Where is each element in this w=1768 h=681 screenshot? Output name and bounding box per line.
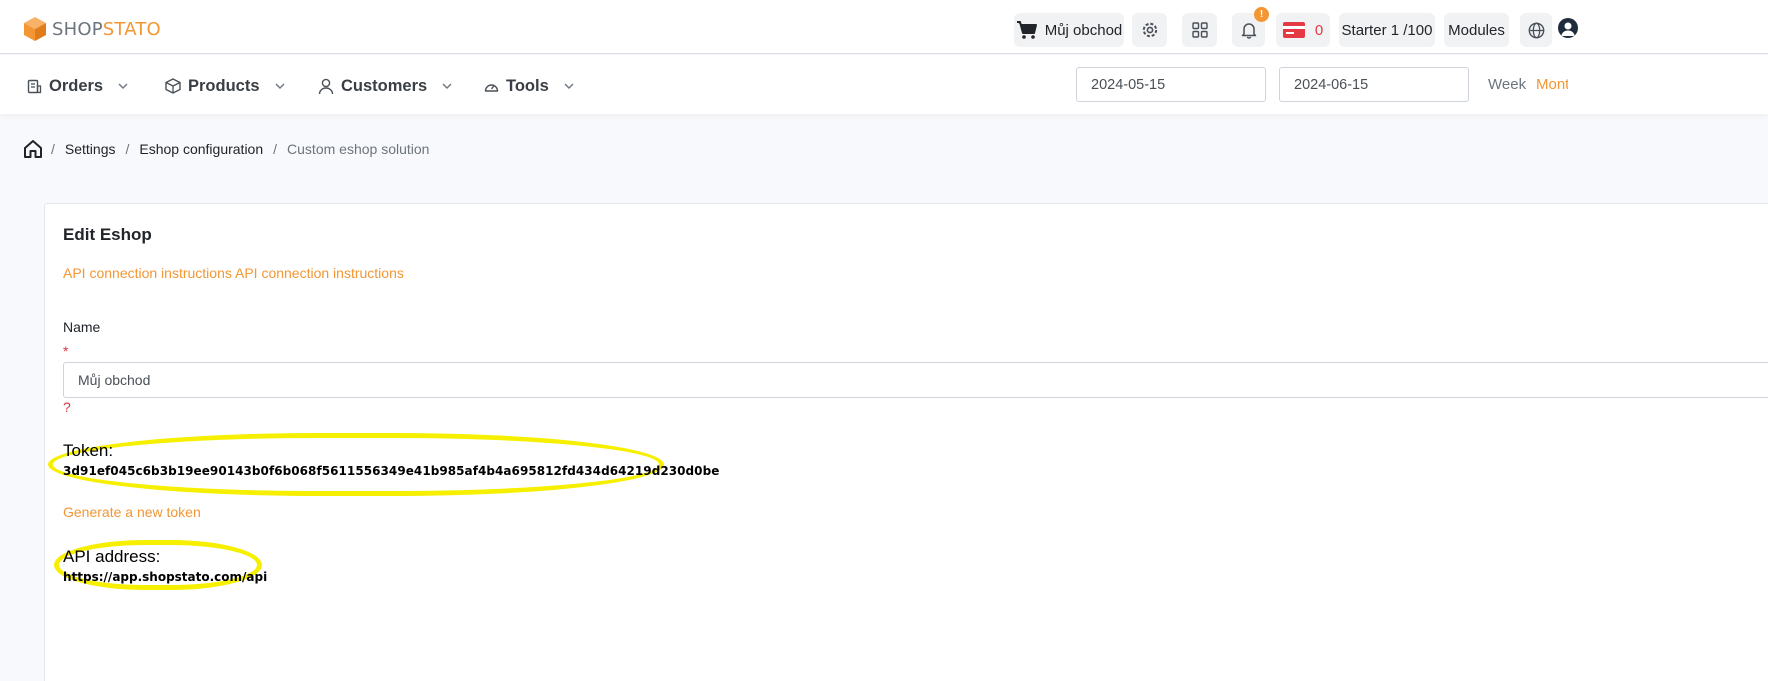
shopstato-logo[interactable]: SHOPSTATO: [22, 15, 161, 43]
gauge-icon: [484, 83, 499, 92]
chevron-down-icon: [275, 83, 285, 89]
plan-button[interactable]: Starter 1 /100: [1339, 13, 1435, 47]
logo-text-stato: STATO: [102, 18, 161, 40]
breadcrumb-current: Custom eshop solution: [287, 141, 430, 157]
credits-button[interactable]: 0: [1276, 13, 1330, 47]
generate-token-link[interactable]: Generate a new token: [63, 504, 201, 520]
nav-item-tools[interactable]: Tools: [484, 74, 577, 98]
globe-icon: [1528, 22, 1544, 38]
box-icon: [165, 78, 181, 94]
api-address-label: API address:: [63, 547, 161, 566]
api-address-value: https://app.shopstato.com/api: [63, 570, 268, 584]
modules-label: Modules: [1448, 21, 1505, 39]
breadcrumb-eshop-configuration[interactable]: Eshop configuration: [139, 141, 263, 157]
nav-label-tools: Tools: [506, 76, 549, 95]
credit-card-icon: [1282, 22, 1305, 38]
grid-icon: [1191, 22, 1208, 38]
chevron-down-icon: [442, 83, 452, 89]
logo-text-shop: SHOP: [52, 18, 103, 40]
language-button[interactable]: [1520, 13, 1552, 47]
cart-icon: [1016, 21, 1037, 39]
notifications-button[interactable]: !: [1232, 7, 1269, 47]
page-title: Edit Eshop: [63, 225, 152, 244]
my-shop-label: Můj obchod: [1044, 21, 1123, 39]
user-avatar-icon: [1561, 22, 1575, 36]
token-label: Token:: [63, 441, 114, 460]
chevron-down-icon: [564, 83, 574, 89]
main-navigation: Orders Products Customers Tools 2024-05-…: [0, 55, 1768, 114]
nav-label-customers: Customers: [341, 76, 428, 95]
date-to-input[interactable]: 2024-06-15: [1279, 67, 1469, 102]
user-avatar[interactable]: [1558, 18, 1578, 38]
chevron-down-icon: [118, 83, 128, 89]
breadcrumb-separator: /: [125, 141, 130, 157]
breadcrumb-separator: /: [51, 141, 55, 157]
name-input[interactable]: Můj obchod: [63, 362, 1768, 398]
modules-button[interactable]: Modules: [1444, 13, 1509, 47]
period-week-button[interactable]: Week: [1488, 76, 1526, 93]
bell-icon: [1241, 23, 1256, 39]
nav-item-products[interactable]: Products: [165, 74, 288, 98]
credit-count: 0: [1314, 21, 1324, 39]
date-from-input[interactable]: 2024-05-15: [1076, 67, 1266, 102]
token-value: 3d91ef045c6b3b19ee90143b0f6b068f56115563…: [63, 464, 720, 478]
api-instructions-link[interactable]: API connection instructions API connecti…: [63, 265, 404, 281]
nav-label-orders: Orders: [49, 76, 104, 95]
required-mark: *: [63, 343, 69, 359]
name-label: Name: [63, 319, 101, 335]
settings-button[interactable]: [1132, 13, 1167, 47]
nav-item-orders[interactable]: Orders: [27, 74, 131, 98]
home-icon[interactable]: [23, 139, 43, 159]
plan-label: Starter 1 /100: [1341, 21, 1433, 39]
help-mark[interactable]: ?: [63, 399, 71, 415]
apps-button[interactable]: [1182, 13, 1217, 47]
period-month-button[interactable]: Month: [1536, 76, 1568, 93]
my-shop-button[interactable]: Můj obchod: [1014, 13, 1124, 47]
breadcrumb-separator: /: [273, 141, 278, 157]
breadcrumb-settings[interactable]: Settings: [65, 141, 116, 157]
breadcrumb: / Settings / Eshop configuration / Custo…: [23, 137, 429, 161]
notification-badge: !: [1254, 7, 1269, 22]
user-icon: [318, 78, 334, 94]
logo-cube-icon: [24, 17, 46, 41]
orders-icon: [27, 79, 42, 93]
nav-label-products: Products: [188, 76, 260, 95]
nav-item-customers[interactable]: Customers: [318, 74, 455, 98]
top-header: SHOPSTATO Můj obchod ! 0 Starter 1 /100 …: [0, 0, 1768, 54]
gear-icon: [1142, 22, 1157, 38]
